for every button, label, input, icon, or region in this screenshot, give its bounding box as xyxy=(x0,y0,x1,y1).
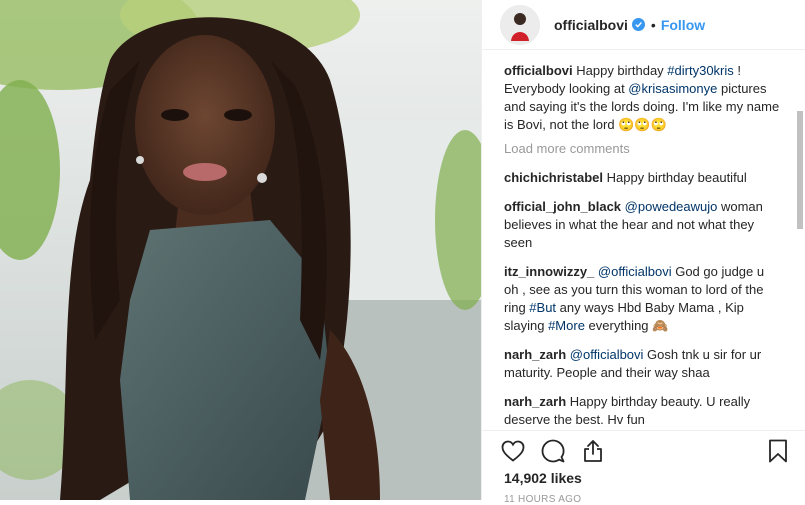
comment-item: official_john_black @powedeawujo woman b… xyxy=(504,198,781,252)
caption-mention[interactable]: @krisasimonye xyxy=(628,81,717,96)
post-caption: officialbovi Happy birthday #dirty30kris… xyxy=(504,62,781,134)
comment-text: Happy birthday beautiful xyxy=(602,170,747,185)
verified-badge-icon xyxy=(631,18,645,31)
comment-hashtag[interactable]: #More xyxy=(548,318,585,333)
comment-username[interactable]: itz_innowizzy_ xyxy=(504,264,594,279)
comment-text: everything 🙈 xyxy=(584,318,669,333)
comment-mention[interactable]: @officialbovi xyxy=(598,264,672,279)
comment-username[interactable]: official_john_black xyxy=(504,199,621,214)
comment-item: narh_zarh Happy birthday beauty. U reall… xyxy=(504,393,781,429)
comments-list[interactable]: officialbovi Happy birthday #dirty30kris… xyxy=(504,62,781,430)
caption-hashtag[interactable]: #dirty30kris xyxy=(667,63,733,78)
header-username[interactable]: officialbovi xyxy=(554,17,628,33)
comment-icon xyxy=(541,439,565,462)
heart-icon xyxy=(501,440,525,462)
post-side-panel: officialbovi • Follow officialbovi Happy… xyxy=(481,0,805,505)
comment-username[interactable]: narh_zarh xyxy=(504,347,566,362)
like-button[interactable] xyxy=(500,438,526,464)
share-button[interactable] xyxy=(580,438,606,464)
portrait-image xyxy=(0,0,481,500)
comment-mention[interactable]: @powedeawujo xyxy=(625,199,718,214)
comment-item: itz_innowizzy_ @officialbovi God go judg… xyxy=(504,263,781,335)
save-button[interactable] xyxy=(765,438,791,464)
post-actions-bar xyxy=(482,430,805,470)
comment-mention[interactable]: @officialbovi xyxy=(570,347,644,362)
post-header: officialbovi • Follow xyxy=(482,0,805,50)
comments-scrollbar[interactable] xyxy=(797,56,803,428)
comment-username[interactable]: chichichristabel xyxy=(504,170,603,185)
caption-username[interactable]: officialbovi xyxy=(504,63,573,78)
comment-item: narh_zarh @officialbovi Gosh tnk u sir f… xyxy=(504,346,781,382)
bookmark-icon xyxy=(769,439,787,462)
comment-button[interactable] xyxy=(540,438,566,464)
likes-count[interactable]: 14,902 likes xyxy=(504,470,582,486)
avatar-image xyxy=(500,4,540,45)
comment-hashtag[interactable]: #But xyxy=(529,300,556,315)
comment-item: chichichristabel Happy birthday beautifu… xyxy=(504,169,781,187)
scrollbar-thumb[interactable] xyxy=(797,111,803,229)
post-photo[interactable] xyxy=(0,0,481,500)
follow-button[interactable]: Follow xyxy=(661,17,705,33)
avatar[interactable] xyxy=(500,4,540,45)
header-separator: • xyxy=(650,16,656,33)
load-more-comments-button[interactable]: Load more comments xyxy=(504,140,781,158)
share-icon xyxy=(584,439,602,462)
comment-username[interactable]: narh_zarh xyxy=(504,394,566,409)
caption-text-part: Happy birthday xyxy=(572,63,668,78)
